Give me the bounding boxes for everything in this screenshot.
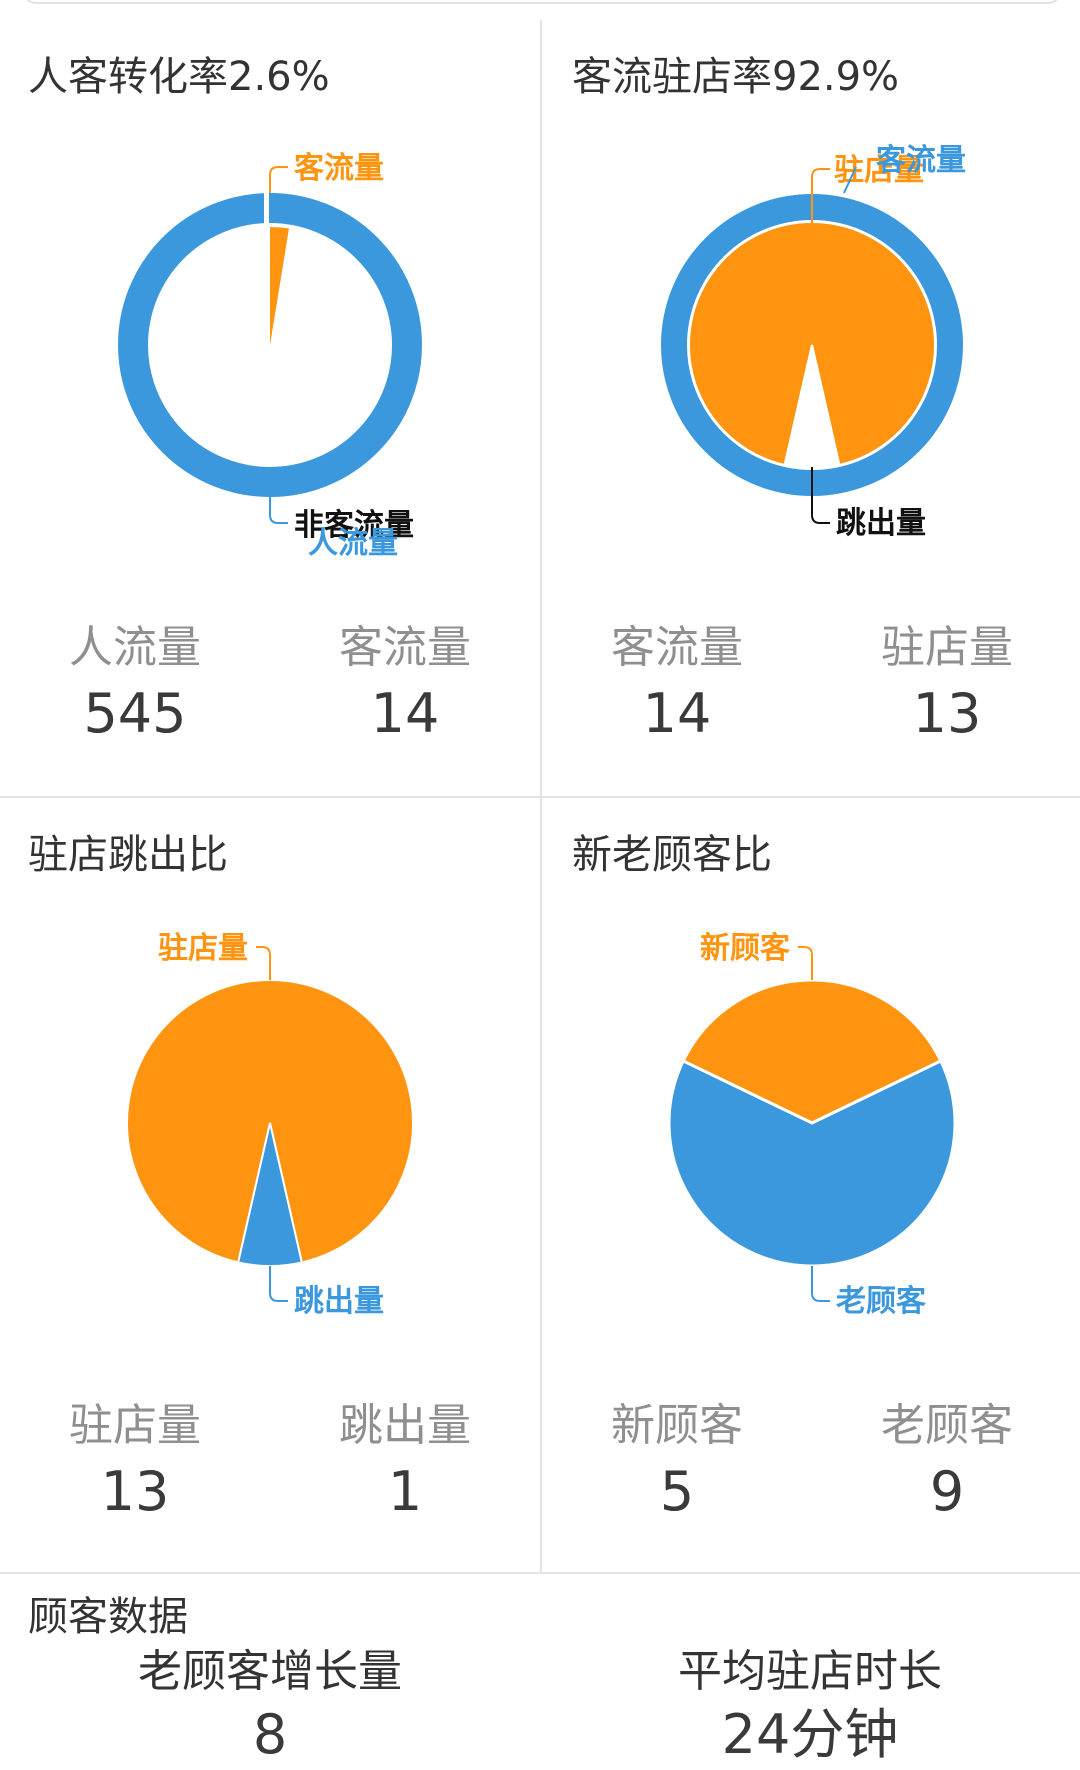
stat-customer-traffic: 客流量 14: [270, 620, 540, 752]
metric-value: 8: [252, 1703, 288, 1766]
stat-label: 老顾客: [881, 1400, 1013, 1451]
card-stats: 人流量 545 客流量 14: [0, 620, 540, 770]
stat-label: 客流量: [611, 622, 743, 673]
stat-label: 人流量: [69, 622, 201, 673]
stat-value: 1: [387, 1460, 423, 1523]
metric-label: 老顾客增长量: [138, 1646, 402, 1697]
stay-bounce-pie-chart: 驻店量跳出量: [0, 908, 540, 1388]
conversion-rate-card[interactable]: 人客转化率2.6% 客流量 非客流量 人流量 人流量 545 客流量 14: [0, 20, 540, 796]
metric-label: 平均驻店时长: [678, 1646, 942, 1697]
stat-new-customers: 新顾客 5: [542, 1398, 812, 1530]
slice-label: 跳出量: [836, 506, 926, 541]
stat-old-customers: 老顾客 9: [812, 1398, 1080, 1530]
metric-avg-stay-duration[interactable]: 平均驻店时长 24分钟: [540, 1644, 1080, 1770]
ring-gap: [264, 190, 269, 226]
stay-bounce-card[interactable]: 驻店跳出比 驻店量 跳出量 驻店量 13 跳出量 1: [0, 796, 540, 1572]
stat-foot-traffic: 人流量 545: [0, 620, 270, 752]
leader-line: [269, 166, 288, 193]
stay-rate-card[interactable]: 客流驻店率92.9% 驻店量 客流量 跳出量 客流量 14 驻店量 13: [540, 20, 1080, 796]
top-card-edge: [22, 0, 1062, 4]
leader-line: [798, 946, 813, 980]
leader-line: [269, 497, 288, 524]
stat-bounce-count: 跳出量 1: [270, 1398, 540, 1530]
stat-label: 驻店量: [881, 622, 1013, 673]
slice-label: 客流量: [294, 151, 384, 186]
stats-grid: 人客转化率2.6% 客流量 非客流量 人流量 人流量 545 客流量 14 客流驻店…: [0, 20, 1080, 1572]
stat-value: 14: [642, 682, 712, 745]
card-stats: 驻店量 13 跳出量 1: [0, 1398, 540, 1548]
leader-line: [269, 1266, 288, 1302]
stat-stay-count: 驻店量 13: [812, 620, 1080, 752]
stay-rate-donut-chart: 驻店量 客流量 跳出量: [542, 130, 1080, 610]
stat-value: 9: [929, 1460, 965, 1523]
stat-value: 5: [659, 1460, 695, 1523]
stat-label: 驻店量: [69, 1400, 201, 1451]
card-stats: 客流量 14 驻店量 13: [542, 620, 1080, 770]
stat-label: 客流量: [339, 622, 471, 673]
slice-label: 老顾客: [836, 1284, 926, 1319]
leader-line: [811, 1266, 830, 1302]
inner-slice: [270, 227, 289, 345]
conversion-donut-chart: 客流量 非客流量 人流量: [0, 130, 540, 610]
slice-label: 新顾客: [700, 931, 790, 966]
card-title: 客流驻店率92.9%: [572, 54, 900, 100]
stat-label: 新顾客: [611, 1400, 743, 1451]
card-title: 人客转化率2.6%: [28, 54, 330, 100]
slice-label: 客流量: [876, 143, 966, 178]
stat-value: 14: [370, 682, 440, 745]
slice-label: 跳出量: [294, 1284, 384, 1319]
stat-label: 跳出量: [339, 1400, 471, 1451]
customer-data-section: 顾客数据 老顾客增长量 8 平均驻店时长 24分钟: [0, 1572, 1080, 1766]
card-title: 新老顾客比: [572, 832, 772, 878]
stat-customer-traffic: 客流量 14: [542, 620, 812, 752]
stat-value: 13: [100, 1460, 170, 1523]
slice-label: 驻店量: [158, 931, 248, 966]
metric-value: 24分钟: [721, 1703, 899, 1766]
stat-value: 13: [912, 682, 982, 745]
stat-stay-count: 驻店量 13: [0, 1398, 270, 1530]
section-title: 顾客数据: [28, 1594, 188, 1640]
slice-label: 人流量: [308, 526, 398, 561]
leader-line: [256, 946, 271, 980]
new-old-pie-chart: 新顾客老顾客: [542, 908, 1080, 1388]
card-title: 驻店跳出比: [28, 832, 228, 878]
new-old-customer-card[interactable]: 新老顾客比 新顾客 老顾客 新顾客 5 老顾客 9: [540, 796, 1080, 1572]
metric-old-customer-growth[interactable]: 老顾客增长量 8: [0, 1644, 540, 1770]
card-stats: 新顾客 5 老顾客 9: [542, 1398, 1080, 1548]
stat-value: 545: [83, 682, 187, 745]
